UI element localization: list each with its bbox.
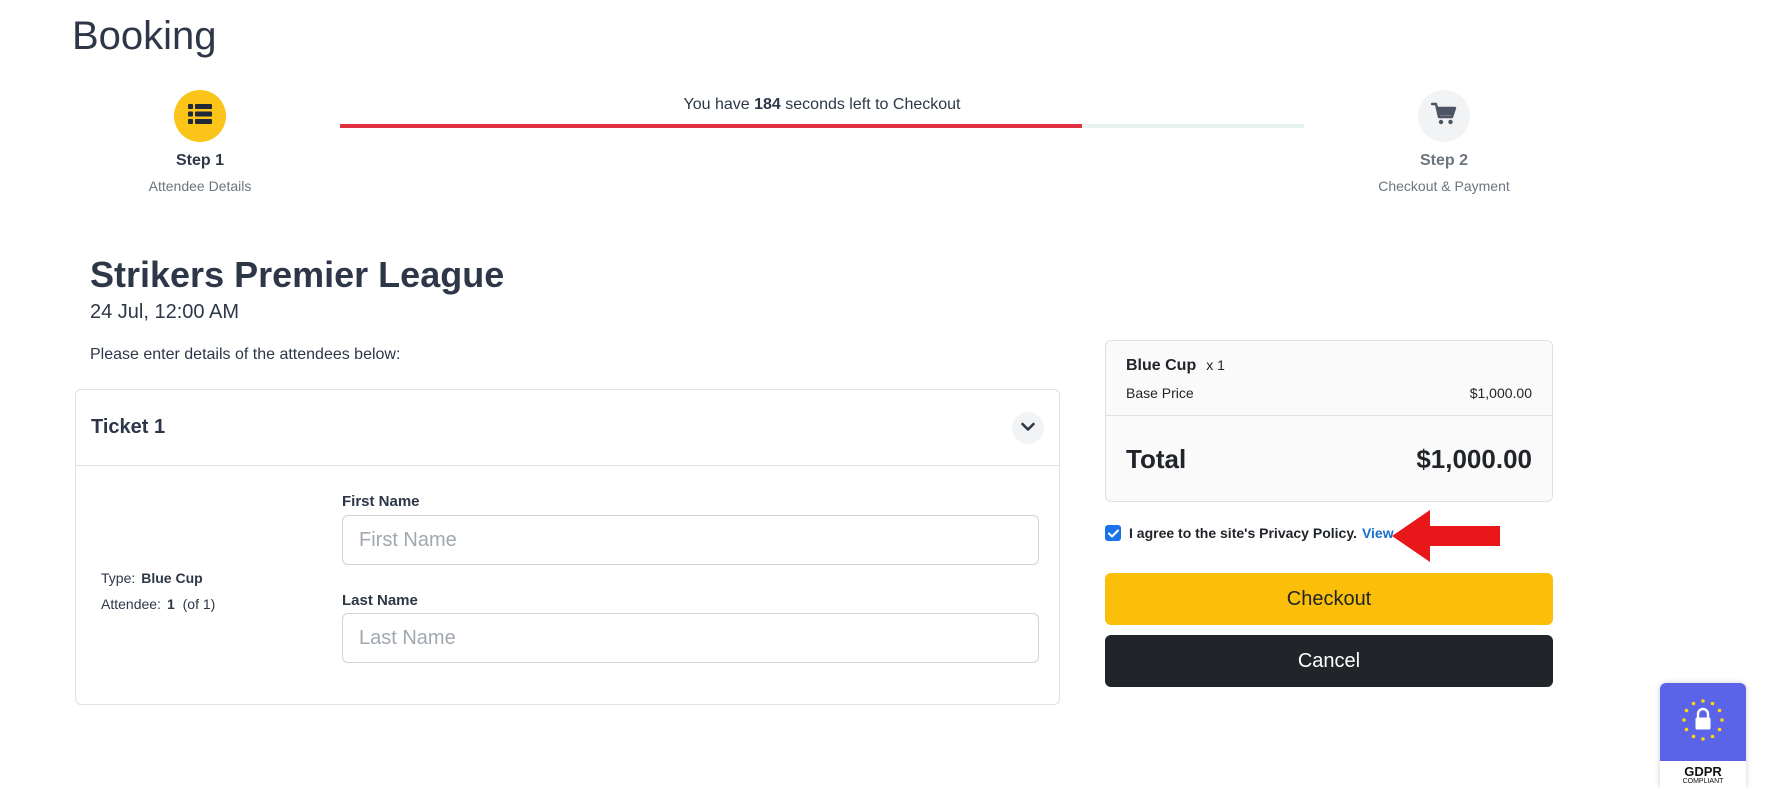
- step-1: Step 1 Attendee Details: [100, 90, 300, 194]
- step-1-title: Step 1: [175, 152, 224, 169]
- ticket-type: Type: Blue Cup: [101, 570, 203, 586]
- event-title: Strikers Premier League: [90, 254, 505, 295]
- step-2-title: Step 2: [1419, 152, 1468, 169]
- ticket-type-label: Type:: [101, 570, 136, 586]
- step-2-circle: [1418, 90, 1470, 142]
- order-summary: Blue Cup x 1 Base Price $1,000.00 Total $…: [1105, 340, 1553, 502]
- cart-icon: [1430, 102, 1457, 131]
- total-label: Total: [1126, 443, 1187, 474]
- privacy-checkbox[interactable]: [1105, 525, 1121, 541]
- first-name-field[interactable]: [342, 515, 1039, 565]
- summary-item-qty: x 1: [1206, 357, 1225, 373]
- timer-text: You have 184 seconds left to Checkout: [340, 96, 1304, 114]
- step-1-subtitle: Attendee Details: [148, 178, 252, 194]
- ticket-attendee-value: 1: [166, 596, 175, 612]
- timer-prefix: You have: [683, 96, 750, 113]
- list-icon: [188, 103, 212, 129]
- privacy-agreement-text: I agree to the site's Privacy Policy.: [1129, 525, 1357, 541]
- ticket-title: Ticket 1: [91, 416, 166, 438]
- gdpr-subtitle: COMPLIANT: [1682, 778, 1724, 785]
- step-2: Step 2 Checkout & Payment: [1344, 90, 1544, 194]
- summary-item: Blue Cup x 1 Base Price $1,000.00: [1106, 341, 1552, 416]
- cancel-button[interactable]: Cancel: [1105, 635, 1553, 687]
- collapse-toggle-button[interactable]: [1012, 411, 1044, 444]
- step-1-circle: [174, 90, 226, 142]
- ticket-header[interactable]: Ticket 1: [76, 390, 1059, 466]
- ticket-card: Ticket 1 Type: Blue Cup Attendee: 1 (of 1)…: [75, 389, 1060, 705]
- intro-text: Please enter details of the attendees be…: [90, 346, 401, 363]
- gdpr-badge[interactable]: GDPR COMPLIANT: [1660, 683, 1746, 788]
- total-value: $1,000.00: [1416, 443, 1532, 474]
- privacy-agreement: I agree to the site's Privacy Policy. Vi…: [1105, 525, 1394, 541]
- last-name-field[interactable]: [342, 613, 1039, 663]
- privacy-view-link[interactable]: View: [1362, 525, 1394, 541]
- chevron-down-icon: [1021, 419, 1035, 437]
- base-price-row: Base Price $1,000.00: [1126, 385, 1532, 401]
- summary-item-name: Blue Cup: [1126, 357, 1197, 374]
- timer-seconds: 184: [754, 96, 781, 113]
- ticket-attendee: Attendee: 1 (of 1): [101, 596, 215, 612]
- gdpr-title: GDPR: [1684, 764, 1722, 779]
- checkout-button[interactable]: Checkout: [1105, 573, 1553, 625]
- ticket-attendee-label: Attendee:: [101, 596, 161, 612]
- first-name-label: First Name: [342, 493, 420, 510]
- page-title: Booking: [72, 14, 217, 58]
- checkmark-icon: [1107, 525, 1119, 541]
- eu-lock-icon: [1678, 695, 1728, 750]
- base-price-value: $1,000.00: [1469, 385, 1532, 401]
- ticket-attendee-of: (of 1): [182, 596, 216, 612]
- timer-progress-bar: [340, 124, 1304, 128]
- base-price-label: Base Price: [1126, 385, 1194, 401]
- red-arrow-icon: [1390, 508, 1502, 569]
- ticket-type-value: Blue Cup: [141, 570, 203, 586]
- total-row: Total $1,000.00: [1106, 416, 1552, 502]
- last-name-label: Last Name: [342, 592, 418, 609]
- ticket-body: Type: Blue Cup Attendee: 1 (of 1) First Na…: [76, 466, 1059, 705]
- timer-progress-fill: [340, 124, 1083, 128]
- timer-suffix: seconds left to Checkout: [785, 96, 961, 113]
- event-date: 24 Jul, 12:00 AM: [90, 301, 239, 323]
- step-2-subtitle: Checkout & Payment: [1378, 178, 1510, 194]
- gdpr-badge-top: [1660, 683, 1746, 761]
